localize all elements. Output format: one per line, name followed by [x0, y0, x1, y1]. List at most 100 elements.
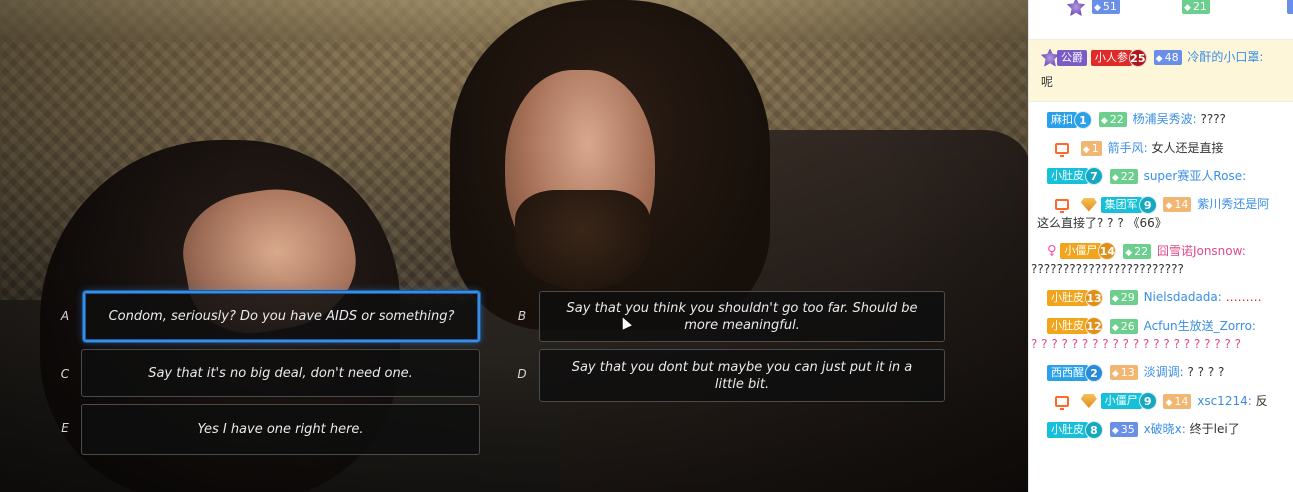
fan-level: 1	[1074, 110, 1092, 129]
choice-e-button[interactable]: Yes I have one right here.	[81, 404, 480, 455]
chat-username[interactable]: Acfun生放送_Zorro:	[1144, 319, 1256, 333]
level-badge: ◆ 48	[1153, 50, 1182, 65]
fan-badge: 小肚皮	[1047, 168, 1088, 184]
chat-message: 集团军 9 ◆ 14 紫川秀还是阿 这么直接了? ? ? 《66》	[1029, 190, 1293, 237]
level-badge: ◆ 22	[1098, 112, 1127, 127]
level-value: 29	[1120, 291, 1135, 304]
level-badge: ◆ 26	[1109, 318, 1138, 334]
shield-icon: ◆	[1100, 116, 1108, 126]
fan-badge: 小肚皮	[1047, 318, 1088, 334]
shield-icon: ◆	[1111, 172, 1119, 183]
chat-username[interactable]: 紫川秀还是阿	[1197, 197, 1269, 211]
level-value: 13	[1120, 366, 1135, 379]
choice-a-key: A	[60, 309, 70, 323]
level-badge: ◆ 22	[1109, 168, 1138, 184]
level-value: 26	[1120, 319, 1135, 333]
chat-message: 麻扣 1 ◆ 22 杨浦吴秀波: ????	[1029, 105, 1293, 134]
shield-icon: ◆	[1082, 144, 1090, 155]
shield-icon: ◆	[1111, 294, 1119, 304]
fan-level: 2	[1085, 363, 1103, 382]
tv-icon	[1055, 199, 1069, 213]
fan-level: 9	[1138, 195, 1157, 214]
shield-icon: ◆	[1111, 426, 1119, 436]
level-badge: ◆ 13	[1109, 365, 1138, 380]
tv-icon	[1055, 395, 1069, 410]
chat-username[interactable]: 杨浦吴秀波:	[1133, 112, 1197, 126]
rank-emblem-icon	[1067, 0, 1085, 16]
choice-e-text: Yes I have one right here.	[197, 422, 364, 437]
fan-badge: 小僵尸	[1100, 393, 1142, 409]
shield-icon: ◆	[1094, 3, 1101, 13]
fan-level: 8	[1085, 420, 1103, 439]
choice-d-key: D	[517, 367, 527, 381]
level-value: 14	[1174, 394, 1189, 408]
game-video: A Condom, seriously? Do you have AIDS or…	[0, 0, 1028, 492]
choice-c-button[interactable]: Say that it's no big deal, don't need on…	[81, 349, 480, 397]
level-value: 22	[1109, 113, 1124, 126]
shield-icon: ◆	[1155, 54, 1163, 64]
shield-icon: ◆	[1165, 397, 1173, 408]
chat-username[interactable]: 囧雪诺Jonsnow:	[1157, 244, 1246, 258]
shield-icon: ◆	[1111, 322, 1119, 333]
chat-message: 小肚皮 13 ◆ 29 Nielsdadada: ………	[1029, 283, 1293, 312]
chat-message: 小肚皮 12 ◆ 26 Acfun生放送_Zorro: ? ? ? ? ? ? ? …	[1029, 312, 1293, 359]
level-badge: ◆ 1	[1080, 140, 1102, 156]
level-value: 1	[1091, 141, 1099, 155]
chat-text: 女人还是直接	[1151, 140, 1224, 155]
level-value: 14	[1174, 198, 1189, 211]
level-badge: ◆ 14	[1163, 393, 1192, 409]
chat-text: 呢	[1041, 74, 1054, 89]
fan-level: 14	[1098, 242, 1117, 260]
chat-message: ◆ 1 箭手风: 女人还是直接	[1029, 134, 1293, 162]
choice-a-button[interactable]: Condom, seriously? Do you have AIDS or s…	[83, 291, 480, 342]
chat-username[interactable]: x破晓x:	[1144, 422, 1186, 436]
chat-text: 终于lei了	[1189, 422, 1240, 436]
chat-username[interactable]: super赛亚人Rose:	[1144, 169, 1247, 183]
chat-text: 这么直接了? ? ? 《66》	[1037, 215, 1167, 230]
level-badge: ◆ 51	[1092, 0, 1120, 14]
choice-b-key: B	[517, 309, 527, 323]
choice-b-button[interactable]: Say that you think you shouldn't go too …	[539, 291, 945, 342]
chat-text: ? ? ? ? ? ? ? ? ? ? ? ? ? ? ? ? ? ? ? ? …	[1031, 337, 1242, 351]
level-badge: ◆ 22	[1123, 243, 1152, 259]
noble-rank-badge: 公爵	[1057, 49, 1087, 66]
chat-text: ………	[1225, 290, 1262, 304]
chat-text: ????	[1200, 112, 1226, 126]
chat-message: 西西醒 2 ◆ 13 淡调调: ? ? ? ?	[1029, 358, 1293, 387]
choice-d-button[interactable]: Say that you dont but maybe you can just…	[539, 349, 945, 402]
fan-badge: 西西醒	[1047, 364, 1088, 381]
chat-text: 反	[1255, 393, 1268, 408]
shield-icon: ◆	[1111, 369, 1119, 379]
chat-username[interactable]: 箭手风:	[1108, 141, 1148, 155]
chat-username[interactable]: 淡调调:	[1144, 365, 1184, 379]
choice-d-text: Say that you dont but maybe you can just…	[571, 359, 913, 392]
fan-level: 9	[1138, 392, 1157, 410]
level-value: 51	[1102, 0, 1117, 13]
level-value: 21	[1192, 0, 1207, 13]
chat-username[interactable]: Nielsdadada:	[1144, 290, 1222, 304]
fan-badge: 小人参	[1090, 49, 1132, 66]
level-badge: ◆ 35	[1109, 422, 1138, 437]
choice-c-key: C	[60, 367, 70, 381]
chat-username[interactable]: xsc1214:	[1197, 394, 1252, 408]
tv-icon	[1055, 142, 1069, 157]
fan-badge: 小僵尸	[1060, 243, 1102, 259]
choice-b-text: Say that you think you shouldn't go too …	[566, 300, 918, 333]
chat-username[interactable]: 冷酐的小口罩:	[1187, 50, 1263, 64]
fan-level: 25	[1128, 48, 1147, 67]
fan-badge: 小肚皮	[1047, 421, 1088, 438]
choice-a-text: Condom, seriously? Do you have AIDS or s…	[108, 309, 455, 324]
fan-level: 13	[1085, 288, 1103, 307]
gem-icon	[1080, 394, 1097, 408]
level-value: 22	[1120, 169, 1135, 183]
level-badge-partial	[1287, 0, 1293, 14]
chat-panel: ◆ 51 ◆ 21 公爵 小人参 25 ◆ 48 冷酐的小口罩: 呢 麻扣 1 ◆ 22 杨…	[1028, 0, 1293, 492]
shield-icon: ◆	[1184, 3, 1191, 13]
fan-level: 12	[1085, 317, 1103, 335]
level-value: 35	[1120, 423, 1135, 436]
shield-icon: ◆	[1165, 201, 1173, 211]
chat-message-list: 麻扣 1 ◆ 22 杨浦吴秀波: ???? ◆ 1 箭手风: 女人还是直接 小肚皮 7 …	[1029, 102, 1293, 444]
fan-badge: 小肚皮	[1047, 289, 1088, 306]
pinned-message: 公爵 小人参 25 ◆ 48 冷酐的小口罩: 呢	[1029, 40, 1293, 102]
gem-icon	[1080, 197, 1097, 212]
